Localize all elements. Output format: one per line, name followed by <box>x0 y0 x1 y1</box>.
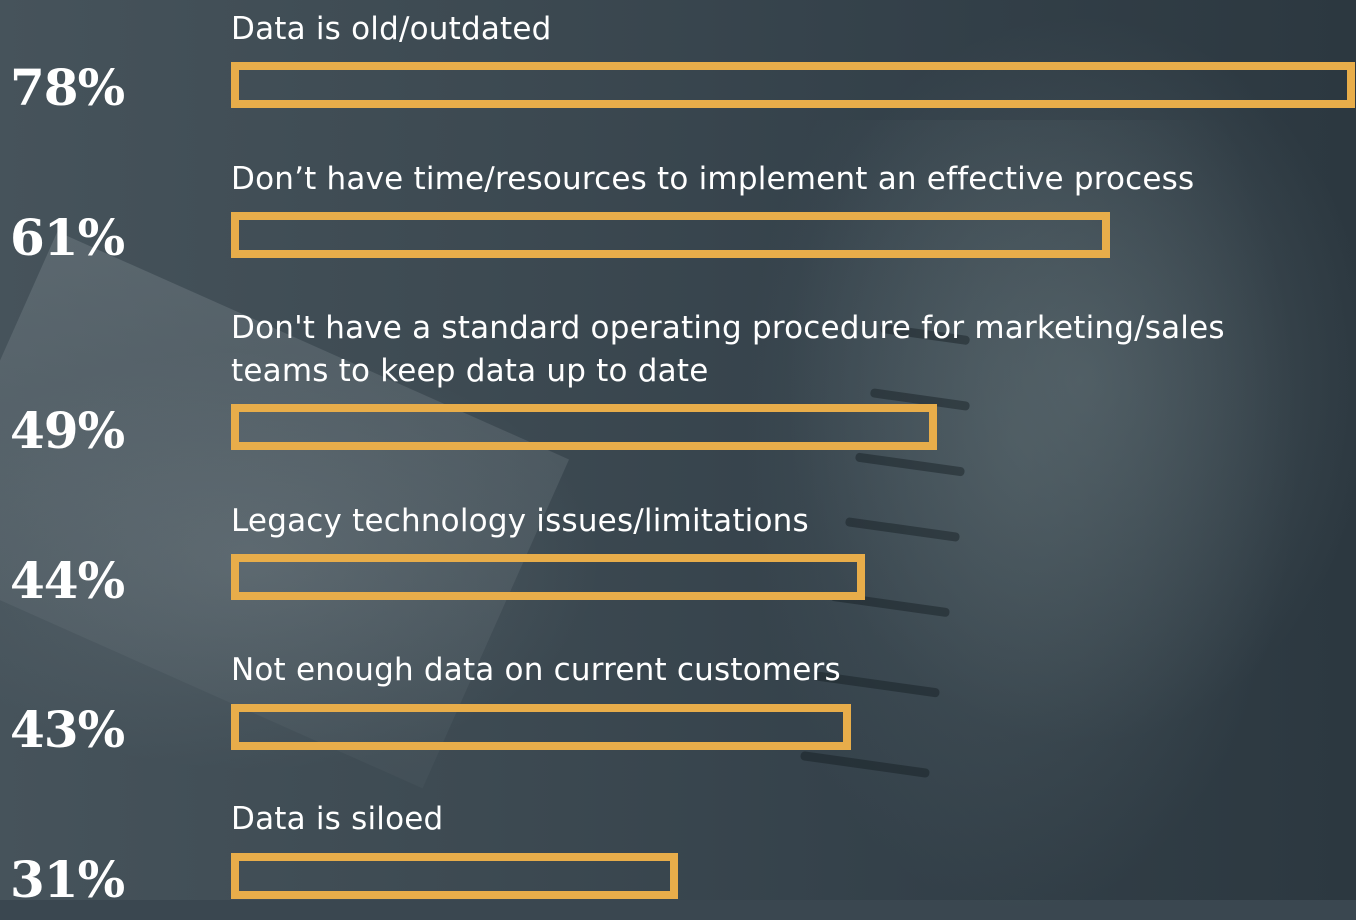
value-label: 78% <box>10 58 125 117</box>
category-label: Not enough data on current customers <box>231 652 841 688</box>
bar <box>231 853 678 899</box>
value-label: 61% <box>10 208 125 267</box>
value-label: 44% <box>10 551 125 610</box>
value-label: 49% <box>10 401 125 460</box>
category-label: Don't have a standard operating procedur… <box>231 310 1225 389</box>
bar <box>231 404 937 450</box>
category-label: Don’t have time/resources to implement a… <box>231 161 1195 197</box>
value-label: 43% <box>10 700 125 759</box>
bar-chart: 78% Data is old/outdated 61% Don’t have tim… <box>0 0 1356 905</box>
category-label: Legacy technology issues/limitations <box>231 503 809 539</box>
category-label: Data is siloed <box>231 801 444 837</box>
value-label: 31% <box>10 850 125 909</box>
bar <box>231 704 851 750</box>
category-label: Data is old/outdated <box>231 11 552 47</box>
bar <box>231 554 865 600</box>
bar <box>231 212 1110 258</box>
bar <box>231 62 1355 108</box>
